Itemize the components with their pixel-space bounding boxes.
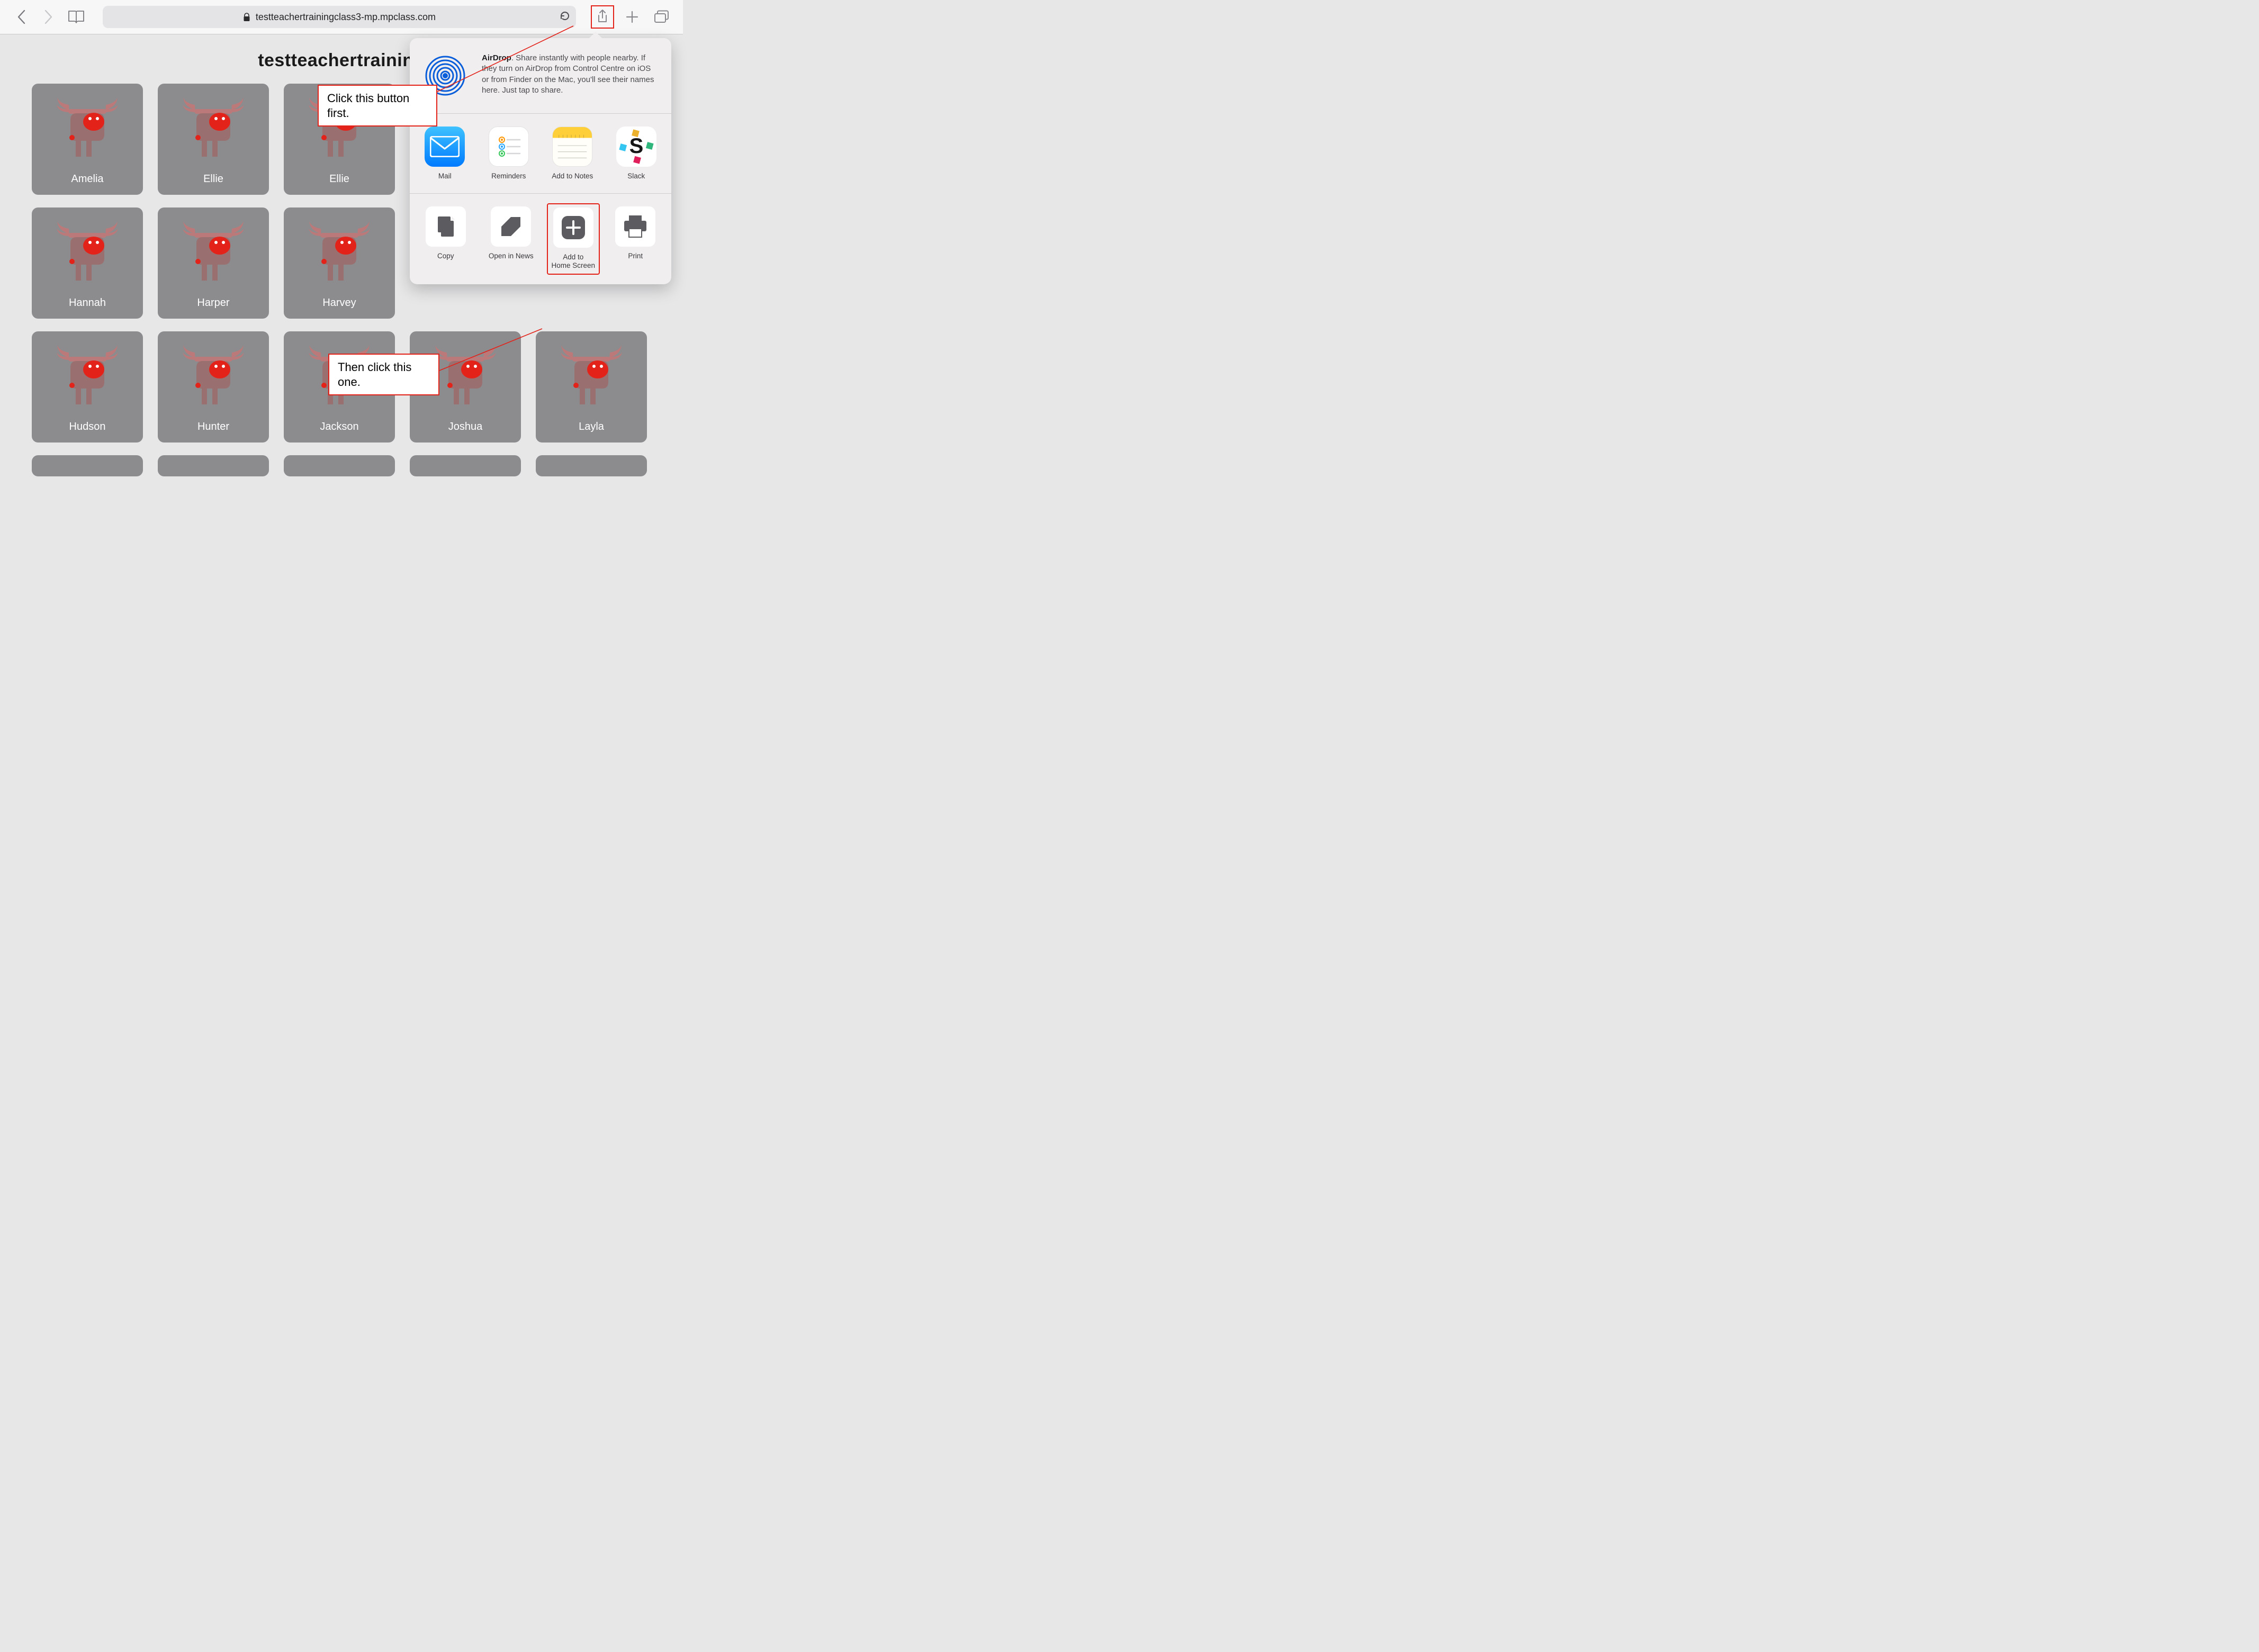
student-name: Amelia [71, 173, 103, 185]
share-app-notes[interactable]: Add to Notes [547, 127, 598, 180]
bookmarks-button[interactable] [65, 5, 88, 29]
svg-text:S: S [629, 134, 643, 158]
airdrop-text: AirDrop. Share instantly with people nea… [482, 53, 659, 96]
moose-icon [428, 340, 502, 409]
address-bar[interactable]: testteachertrainingclass3-mp.mpclass.com [103, 6, 576, 28]
student-card[interactable]: Ellie [158, 84, 269, 195]
moose-icon [302, 216, 376, 285]
back-button[interactable] [10, 5, 33, 29]
share-action-news[interactable]: Open in News [484, 206, 537, 271]
print-icon [615, 206, 655, 247]
copy-icon [426, 206, 466, 247]
student-card[interactable]: Harper [158, 207, 269, 319]
share-action-label: Copy [437, 252, 454, 260]
moose-icon [50, 92, 124, 161]
student-card[interactable]: Amelia [32, 84, 143, 195]
reload-button[interactable] [559, 10, 571, 24]
browser-toolbar: testteachertrainingclass3-mp.mpclass.com [0, 0, 683, 34]
back-icon [17, 10, 25, 24]
share-action-label: Print [628, 252, 643, 260]
share-app-label: Slack [627, 172, 645, 180]
url-text: testteachertrainingclass3-mp.mpclass.com [256, 12, 436, 23]
student-card[interactable]: Layla [536, 331, 647, 443]
student-card[interactable]: Hudson [32, 331, 143, 443]
moose-icon [176, 92, 250, 161]
newtab-icon [625, 10, 639, 24]
forward-button[interactable] [37, 5, 60, 29]
lock-icon [243, 13, 250, 22]
moose-icon [50, 340, 124, 409]
share-action-label: Open in News [489, 252, 534, 260]
student-name: Jackson [320, 421, 358, 433]
bookmarks-icon [67, 10, 85, 24]
tabs-icon [654, 10, 670, 24]
news-icon [491, 206, 531, 247]
share-app-label: Reminders [491, 172, 526, 180]
share-icon [596, 9, 609, 25]
student-name: Ellie [203, 173, 223, 185]
share-actions-row: Copy Open in News Add to Home Screen Pri… [410, 194, 671, 284]
share-action-homescreen[interactable]: Add to Home Screen [547, 203, 600, 274]
callout-1: Click this button first. [318, 85, 437, 127]
forward-icon [44, 10, 53, 24]
share-app-reminders[interactable]: Reminders [483, 127, 535, 180]
student-name: Layla [579, 421, 604, 433]
share-action-print[interactable]: Print [609, 206, 662, 271]
student-name: Joshua [448, 421, 483, 433]
share-apps-row: Mail Reminders [410, 114, 671, 193]
share-button[interactable] [591, 5, 614, 29]
mail-icon [425, 127, 465, 167]
student-card[interactable] [536, 455, 647, 476]
student-card[interactable] [410, 455, 521, 476]
moose-icon [176, 340, 250, 409]
student-name: Hannah [69, 297, 106, 309]
share-action-label: Add to Home Screen [551, 253, 595, 270]
homescreen-icon [553, 207, 593, 248]
notes-icon [552, 127, 592, 167]
reminders-icon [489, 127, 529, 167]
share-app-slack[interactable]: S Slack [611, 127, 662, 180]
student-card[interactable]: Harvey [284, 207, 395, 319]
share-app-label: Mail [438, 172, 452, 180]
moose-icon [176, 216, 250, 285]
student-name: Hudson [69, 421, 106, 433]
student-card[interactable] [284, 455, 395, 476]
student-name: Harper [197, 297, 229, 309]
student-card[interactable] [158, 455, 269, 476]
student-name: Harvey [322, 297, 356, 309]
moose-icon [554, 340, 628, 409]
student-name: Hunter [197, 421, 229, 433]
share-app-mail[interactable]: Mail [419, 127, 471, 180]
share-action-copy[interactable]: Copy [419, 206, 472, 271]
share-app-label: Add to Notes [552, 172, 593, 180]
student-card[interactable]: Hunter [158, 331, 269, 443]
new-tab-button[interactable] [620, 5, 644, 29]
reload-icon [559, 10, 571, 22]
moose-icon [50, 216, 124, 285]
tabs-button[interactable] [650, 5, 673, 29]
share-sheet: AirDrop. Share instantly with people nea… [410, 38, 671, 284]
student-card[interactable]: Hannah [32, 207, 143, 319]
slack-icon: S [616, 127, 656, 167]
student-card[interactable] [32, 455, 143, 476]
callout-2: Then click this one. [328, 354, 439, 395]
student-name: Ellie [329, 173, 349, 185]
